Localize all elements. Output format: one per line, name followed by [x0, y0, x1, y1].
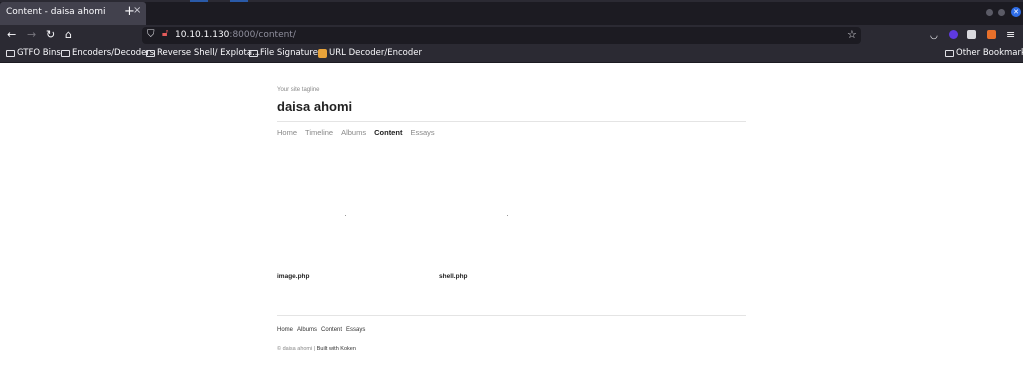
bookmark-reverse-shell[interactable]: Reverse Shell/ Explota... [146, 48, 260, 58]
bookmark-label: Encoders/Decoders [72, 48, 155, 58]
bookmark-label: GTFO Bins [17, 48, 61, 58]
home-icon[interactable]: ⌂ [65, 28, 72, 42]
bookmark-star-icon[interactable]: ☆ [847, 28, 857, 41]
folder-icon [249, 49, 258, 57]
bookmark-url-decoder[interactable]: URL Decoder/Encoder [318, 48, 422, 58]
extension-icon[interactable] [949, 30, 958, 39]
tracking-shield-icon[interactable]: ⛉ [147, 29, 155, 40]
footer-divider [277, 315, 746, 316]
footer-nav: Home Albums Content Essays [277, 327, 365, 333]
bookmark-label: Reverse Shell/ Explota... [157, 48, 261, 58]
browser-tab-bar: Content - daisa ahomi × + ✕ [0, 0, 1023, 25]
folder-icon [61, 49, 70, 57]
folder-icon [945, 49, 954, 57]
tab-bar-accent [190, 0, 208, 2]
pocket-icon[interactable]: ◡ [930, 29, 938, 43]
footer-nav-albums[interactable]: Albums [297, 327, 317, 333]
content-item-image-php[interactable]: image.php [277, 273, 310, 280]
site-title[interactable]: daisa ahomi [277, 99, 352, 114]
folder-icon [6, 49, 15, 57]
copyright-text: © daisa ahomi [277, 346, 313, 352]
nav-albums[interactable]: Albums [341, 128, 366, 137]
web-page: Your site tagline daisa ahomi Home Timel… [0, 63, 1023, 365]
broken-image-placeholder[interactable] [507, 215, 508, 216]
main-nav: Home Timeline Albums Content Essays [277, 128, 435, 137]
footer-nav-essays[interactable]: Essays [346, 327, 365, 333]
url-bar[interactable]: ⛉ 🔓︎ 10.10.1.130:8000/content/ ☆ [142, 27, 861, 44]
other-bookmarks-label: Other Bookmarks [956, 48, 1023, 58]
url-host: 10.10.1.130 [175, 30, 230, 40]
nav-content[interactable]: Content [374, 128, 402, 137]
bookmark-label: File Signatures [260, 48, 323, 58]
folder-icon [146, 49, 155, 57]
footer-nav-content[interactable]: Content [321, 327, 342, 333]
header-divider [277, 121, 746, 122]
bookmark-encoders-decoders[interactable]: Encoders/Decoders [61, 48, 154, 58]
tab-title: Content - daisa ahomi [6, 7, 106, 17]
nav-timeline[interactable]: Timeline [305, 128, 333, 137]
extension-icon[interactable] [967, 30, 976, 39]
minimize-window-icon[interactable] [986, 9, 993, 16]
footer-nav-home[interactable]: Home [277, 327, 293, 333]
back-icon[interactable]: ← [7, 28, 16, 42]
reload-icon[interactable]: ↻ [46, 28, 55, 42]
bookmark-file-signatures[interactable]: File Signatures [249, 48, 322, 58]
site-tagline: Your site tagline [277, 87, 320, 93]
other-bookmarks[interactable]: Other Bookmarks [945, 48, 1023, 58]
content-item-shell-php[interactable]: shell.php [439, 273, 468, 280]
nav-home[interactable]: Home [277, 128, 297, 137]
url-decoder-icon [318, 48, 327, 58]
new-tab-button[interactable]: + [124, 4, 135, 19]
broken-image-placeholder[interactable] [345, 215, 346, 216]
insecure-lock-icon[interactable]: 🔓︎ [162, 28, 168, 39]
forward-icon[interactable]: → [27, 28, 36, 42]
url-path: :8000/content/ [229, 30, 296, 40]
menu-icon[interactable]: ≡ [1006, 28, 1015, 42]
close-window-icon[interactable]: ✕ [1011, 7, 1021, 17]
foxyproxy-icon[interactable] [987, 30, 996, 39]
url-text[interactable]: 10.10.1.130:8000/content/ [175, 30, 296, 40]
copyright-separator: | [313, 346, 316, 352]
bookmark-label: URL Decoder/Encoder [329, 48, 422, 58]
tab-bar-accent [230, 0, 248, 2]
bookmarks-bar: GTFO Bins Encoders/Decoders Reverse Shel… [0, 46, 1023, 63]
browser-navigation-bar: ← → ↻ ⌂ ⛉ 🔓︎ 10.10.1.130:8000/content/ ☆… [0, 25, 1023, 46]
nav-essays[interactable]: Essays [410, 128, 434, 137]
built-with-koken-link[interactable]: Built with Koken [317, 346, 356, 352]
maximize-window-icon[interactable] [998, 9, 1005, 16]
tab-bar-top-line [0, 0, 1023, 2]
bookmark-gtfo-bins[interactable]: GTFO Bins [6, 48, 61, 58]
footer-copyright: © daisa ahomi | Built with Koken [277, 346, 356, 352]
